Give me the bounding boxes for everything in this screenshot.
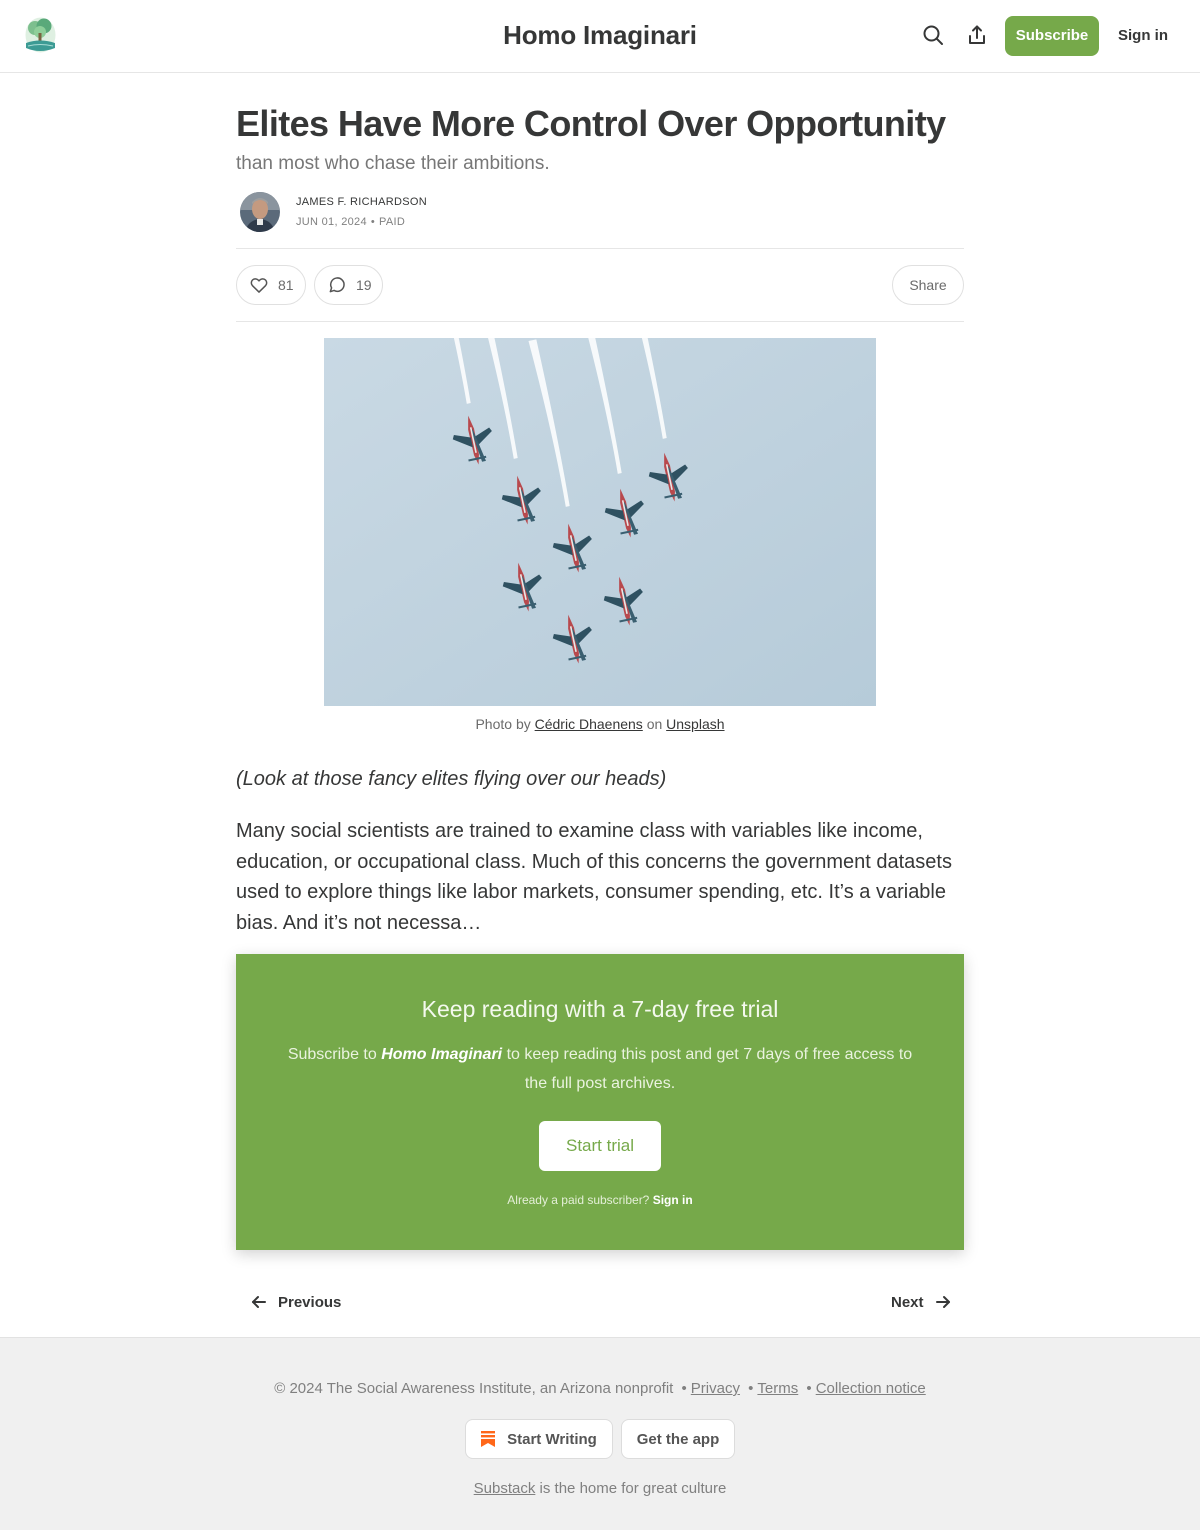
footer-tagline: Substack is the home for great culture xyxy=(0,1480,1200,1497)
body-paragraph: Many social scientists are trained to ex… xyxy=(236,820,952,934)
body-italic-line: (Look at those fancy elites flying over … xyxy=(236,768,667,790)
post-subtitle: than most who chase their ambitions. xyxy=(236,153,550,174)
footer-legal: © 2024 The Social Awareness Institute, a… xyxy=(0,1380,1200,1397)
like-button[interactable]: 81 xyxy=(236,265,306,305)
paywall-sign-in-link[interactable]: Sign in xyxy=(653,1193,693,1207)
privacy-link[interactable]: Privacy xyxy=(691,1380,740,1397)
heart-icon xyxy=(250,278,268,293)
start-writing-label: Start Writing xyxy=(507,1430,597,1448)
substack-logo-icon xyxy=(481,1431,496,1447)
paywall-box: Keep reading with a 7-day free trial Sub… xyxy=(236,954,964,1250)
divider xyxy=(236,248,964,249)
footer-separator: • xyxy=(681,1380,687,1397)
copyright-text: © 2024 The Social Awareness Institute, a… xyxy=(274,1380,674,1397)
arrow-right-icon xyxy=(935,1296,950,1308)
unsplash-link[interactable]: Unsplash xyxy=(666,716,724,732)
like-count: 81 xyxy=(278,277,294,293)
divider xyxy=(236,321,964,322)
comment-icon xyxy=(329,277,345,293)
get-app-button[interactable]: Get the app xyxy=(621,1419,735,1459)
terms-link[interactable]: Terms xyxy=(757,1380,798,1397)
previous-post-button[interactable]: Previous xyxy=(238,1281,341,1323)
already-subscriber-text: Already a paid subscriber? xyxy=(507,1193,650,1207)
paid-badge: PAID xyxy=(379,216,406,228)
author-name[interactable]: JAMES F. RICHARDSON xyxy=(296,196,427,208)
paywall-signin-line: Already a paid subscriber? Sign in xyxy=(236,1193,964,1207)
post-image[interactable] xyxy=(324,338,876,706)
previous-label: Previous xyxy=(278,1293,342,1311)
caption-mid: on xyxy=(646,716,663,732)
paywall-text-prefix: Subscribe to xyxy=(287,1046,377,1063)
paywall-publication: Homo Imaginari xyxy=(381,1046,503,1063)
image-caption: Photo by Cédric Dhaenens on Unsplash xyxy=(0,716,1200,732)
next-label: Next xyxy=(891,1293,924,1311)
footer-separator: • xyxy=(748,1380,754,1397)
author-avatar[interactable] xyxy=(240,192,280,232)
substack-link[interactable]: Substack xyxy=(474,1480,536,1497)
comment-count: 19 xyxy=(356,277,372,293)
post-date: JUN 01, 2024 xyxy=(296,216,367,228)
tagline-text: is the home for great culture xyxy=(539,1480,727,1497)
sign-in-button[interactable]: Sign in xyxy=(1111,16,1175,56)
subscribe-button[interactable]: Subscribe xyxy=(1005,16,1099,56)
next-post-button[interactable]: Next xyxy=(891,1281,952,1323)
arrow-left-icon xyxy=(252,1296,266,1308)
paywall-text-suffix: to keep reading this post and get 7 days… xyxy=(506,1046,913,1092)
share-button[interactable]: Share xyxy=(892,265,964,305)
share-icon[interactable] xyxy=(966,24,988,46)
footer: © 2024 The Social Awareness Institute, a… xyxy=(0,1337,1200,1530)
collection-notice-link[interactable]: Collection notice xyxy=(816,1380,926,1397)
start-writing-button[interactable]: Start Writing xyxy=(465,1419,613,1459)
comment-button[interactable]: 19 xyxy=(314,265,383,305)
top-bar: Homo Imaginari Subscribe Sign in xyxy=(0,0,1200,73)
start-trial-button[interactable]: Start trial xyxy=(539,1121,661,1171)
post-title: Elites Have More Control Over Opportunit… xyxy=(236,103,946,144)
search-icon[interactable] xyxy=(922,24,944,46)
paywall-text: Subscribe to Homo Imaginari to keep read… xyxy=(276,1040,924,1098)
photographer-link[interactable]: Cédric Dhaenens xyxy=(535,716,643,732)
footer-separator: • xyxy=(806,1380,812,1397)
post-meta: JUN 01, 2024 • PAID xyxy=(296,216,405,228)
paywall-heading: Keep reading with a 7-day free trial xyxy=(421,996,779,1022)
meta-separator: • xyxy=(370,216,376,228)
caption-prefix: Photo by xyxy=(475,716,531,732)
